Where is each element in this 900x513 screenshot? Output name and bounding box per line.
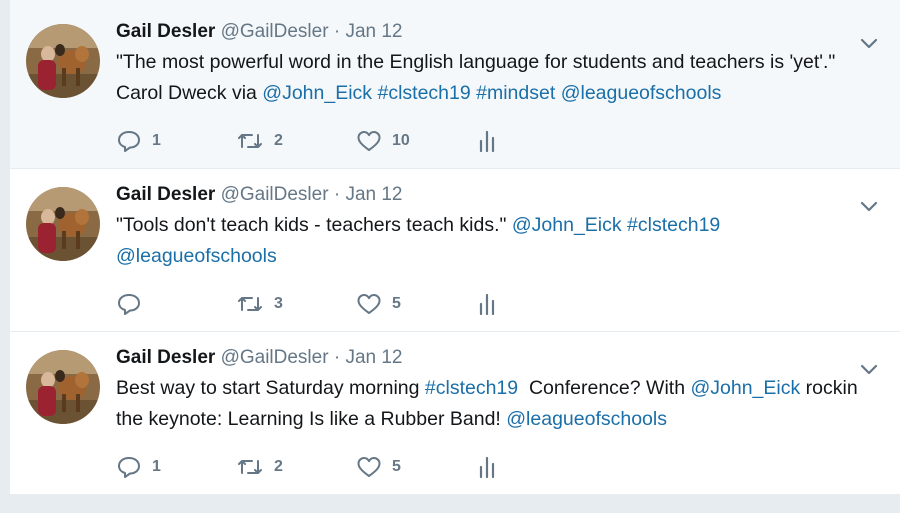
retweet-count: 2 [274, 132, 283, 149]
hashtag-link[interactable]: #clstech19 [627, 214, 720, 236]
text-segment: Conference? With [518, 377, 691, 399]
retweet-count: 3 [274, 295, 283, 312]
tweet-text: "Tools don't teach kids - teachers teach… [116, 210, 860, 272]
tweet-content: Gail Desler @GailDesler · Jan 12 Best wa… [116, 346, 860, 435]
tweet-header: Gail Desler @GailDesler · Jan 12 [116, 346, 860, 370]
retweet-count: 2 [274, 458, 283, 475]
separator: · [333, 21, 341, 42]
avatar[interactable] [26, 187, 100, 261]
tweet[interactable]: Gail Desler @GailDesler · Jan 12 "Tools … [10, 169, 900, 332]
mention-link[interactable]: @leagueofschools [561, 82, 722, 104]
tweet-text: Best way to start Saturday morning #clst… [116, 373, 860, 435]
tweet-actions: 1 2 10 [116, 127, 596, 155]
reply-icon [116, 129, 142, 153]
tweet-content: Gail Desler @GailDesler · Jan 12 "Tools … [116, 183, 860, 272]
reply-button[interactable] [116, 292, 236, 316]
like-button[interactable]: 5 [356, 455, 476, 479]
retweet-icon [236, 129, 264, 153]
tweet-date[interactable]: Jan 12 [345, 21, 402, 42]
analytics-button[interactable] [476, 292, 596, 316]
author-handle[interactable]: @GailDesler [221, 184, 329, 205]
retweet-button[interactable]: 3 [236, 292, 356, 316]
avatar[interactable] [26, 350, 100, 424]
chevron-down-icon[interactable] [858, 358, 880, 380]
mention-link[interactable]: @John_Eick [512, 214, 622, 236]
author-handle[interactable]: @GailDesler [221, 21, 329, 42]
separator: · [333, 347, 341, 368]
tweet-header: Gail Desler @GailDesler · Jan 12 [116, 20, 860, 44]
like-button[interactable]: 10 [356, 129, 476, 153]
text-segment: Best way to start Saturday morning [116, 377, 425, 399]
author-name[interactable]: Gail Desler [116, 21, 215, 42]
retweet-button[interactable]: 2 [236, 455, 356, 479]
analytics-button[interactable] [476, 455, 596, 479]
heart-icon [356, 129, 382, 153]
author-name[interactable]: Gail Desler [116, 347, 215, 368]
mention-link[interactable]: @John_Eick [262, 82, 372, 104]
author-handle[interactable]: @GailDesler [221, 347, 329, 368]
analytics-icon [476, 292, 498, 316]
hashtag-link[interactable]: #clstech19 [377, 82, 470, 104]
reply-icon [116, 292, 142, 316]
analytics-icon [476, 129, 498, 153]
analytics-icon [476, 455, 498, 479]
author-name[interactable]: Gail Desler [116, 184, 215, 205]
text-segment: "Tools don't teach kids - teachers teach… [116, 214, 512, 236]
tweet[interactable]: Gail Desler @GailDesler · Jan 12 Best wa… [10, 332, 900, 495]
retweet-icon [236, 292, 264, 316]
tweet-header: Gail Desler @GailDesler · Jan 12 [116, 183, 860, 207]
tweet[interactable]: Gail Desler @GailDesler · Jan 12 "The mo… [10, 0, 900, 169]
retweet-button[interactable]: 2 [236, 129, 356, 153]
chevron-down-icon[interactable] [858, 195, 880, 217]
mention-link[interactable]: @leagueofschools [506, 408, 667, 430]
hashtag-link[interactable]: #mindset [476, 82, 555, 104]
tweet-content: Gail Desler @GailDesler · Jan 12 "The mo… [116, 20, 860, 109]
reply-count: 1 [152, 458, 161, 475]
tweet-actions: 1 2 5 [116, 453, 596, 481]
chevron-down-icon[interactable] [858, 32, 880, 54]
reply-button[interactable]: 1 [116, 129, 236, 153]
hashtag-link[interactable]: #clstech19 [425, 377, 518, 399]
reply-icon [116, 455, 142, 479]
tweet-actions: 3 5 [116, 290, 596, 318]
like-count: 10 [392, 132, 410, 149]
analytics-button[interactable] [476, 129, 596, 153]
heart-icon [356, 292, 382, 316]
reply-button[interactable]: 1 [116, 455, 236, 479]
like-count: 5 [392, 295, 401, 312]
tweet-date[interactable]: Jan 12 [345, 347, 402, 368]
like-button[interactable]: 5 [356, 292, 476, 316]
mention-link[interactable]: @leagueofschools [116, 245, 277, 267]
like-count: 5 [392, 458, 401, 475]
tweet-date[interactable]: Jan 12 [345, 184, 402, 205]
heart-icon [356, 455, 382, 479]
tweet-feed: Gail Desler @GailDesler · Jan 12 "The mo… [10, 0, 900, 495]
reply-count: 1 [152, 132, 161, 149]
retweet-icon [236, 455, 264, 479]
separator: · [333, 184, 341, 205]
avatar[interactable] [26, 24, 100, 98]
tweet-text: "The most powerful word in the English l… [116, 47, 860, 109]
mention-link[interactable]: @John_Eick [690, 377, 800, 399]
